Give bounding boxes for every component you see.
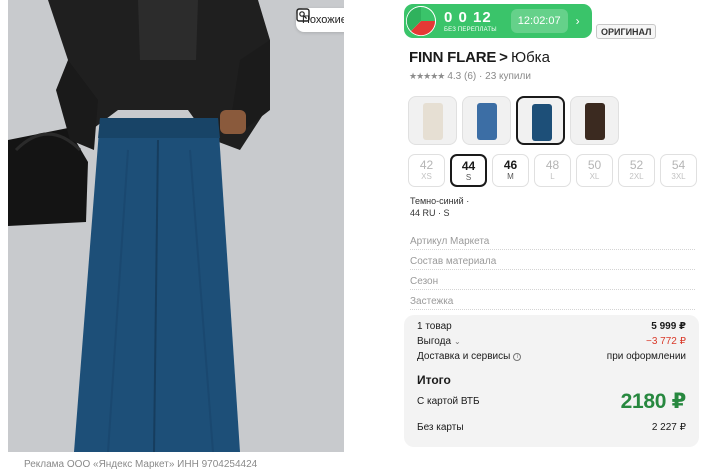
benefit-label: Выгода (417, 336, 452, 347)
brand-chevron-icon: > (499, 49, 508, 66)
delivery-label: Доставка и сервисы (417, 351, 511, 362)
color-swatches (408, 96, 619, 145)
size-letter: 3XL (671, 172, 686, 182)
swatch-beige[interactable] (408, 96, 457, 145)
size-number: 48 (545, 158, 560, 172)
nocard-label: Без карты (417, 422, 464, 433)
similar-icon (296, 8, 310, 22)
swatch-dark-blue[interactable] (516, 96, 565, 145)
spec-row: Артикул Маркета (410, 230, 695, 250)
delivery-row: Доставка и сервисы i при оформлении (417, 349, 686, 364)
swatch-light-blue[interactable] (462, 96, 511, 145)
chevron-right-icon[interactable]: › (576, 14, 580, 28)
original-badge: ОРИГИНАЛ (596, 24, 657, 39)
product-info: 0 0 12 БЕЗ ПЕРЕПЛАТЫ 12:02:07 › ОРИГИНАЛ… (404, 0, 699, 471)
size-number: 46 (503, 158, 518, 172)
size-number: 54 (671, 158, 686, 172)
benefit-row[interactable]: Выгода ⌄ −3 772 ₽ (417, 334, 686, 349)
rating-text: 4.3 (6) · 23 купили (447, 71, 531, 82)
items-row: 1 товар 5 999 ₽ (417, 319, 686, 334)
promo-caption: БЕЗ ПЕРЕПЛАТЫ (444, 26, 497, 33)
items-value: 5 999 ₽ (651, 321, 686, 332)
swatch-image (423, 103, 443, 140)
items-label: 1 товар (417, 321, 452, 332)
chevron-down-icon[interactable]: ⌄ (454, 337, 461, 346)
size-letter: XS (421, 172, 432, 182)
promo-counter-value: 0 0 12 (444, 8, 492, 26)
brand-link[interactable]: FINN FLARE (409, 49, 496, 66)
size-letter: S (465, 173, 472, 183)
size-number: 52 (629, 158, 644, 172)
rating-row[interactable]: ★★★★★ 4.3 (6) · 23 купили (409, 71, 531, 82)
delivery-value: при оформлении (606, 351, 686, 362)
nocard-row: Без карты 2 227 ₽ (417, 420, 686, 435)
specs-list: Артикул Маркета Состав материала Сезон Заст… (410, 230, 695, 310)
spec-row: Застежка (410, 290, 695, 310)
size-selector: 42 XS 44 S 46 M 48 L 50 XL 52 2XL 54 3XL (408, 154, 697, 187)
product-name: Юбка (510, 49, 550, 66)
vtb-label: С картой ВТБ (417, 396, 480, 407)
size-letter: M (507, 172, 514, 182)
size-option-42[interactable]: 42 XS (408, 154, 445, 187)
swatch-image (532, 104, 552, 141)
product-photo-image (8, 0, 344, 452)
product-title: FINN FLARE > Юбка (409, 49, 550, 66)
selected-color: Темно-синий · (410, 196, 470, 206)
cart-summary: 1 товар 5 999 ₽ Выгода ⌄ −3 772 ₽ Доставк… (404, 315, 699, 447)
size-letter: XL (589, 172, 600, 182)
size-option-44[interactable]: 44 S (450, 154, 487, 187)
similar-button[interactable]: Похожие (296, 8, 344, 32)
size-option-54[interactable]: 54 3XL (660, 154, 697, 187)
size-letter: 2XL (629, 172, 644, 182)
size-option-48[interactable]: 48 L (534, 154, 571, 187)
vtb-price-row: С картой ВТБ 2180 ₽ (417, 389, 686, 414)
rating-stars-icon: ★★★★★ (409, 71, 445, 81)
promo-counter: 0 0 12 БЕЗ ПЕРЕПЛАТЫ (444, 10, 497, 33)
swatch-image (477, 103, 497, 140)
selected-size: 44 RU · S (410, 207, 450, 218)
size-option-46[interactable]: 46 M (492, 154, 529, 187)
size-option-50[interactable]: 50 XL (576, 154, 613, 187)
ad-caption: Реклама ООО «Яндекс Маркет» ИНН 97042544… (24, 459, 258, 470)
size-number: 44 (461, 159, 476, 173)
vtb-price: 2180 ₽ (620, 390, 687, 413)
size-number: 50 (587, 158, 602, 172)
size-number: 42 (419, 158, 434, 172)
swatch-image (585, 103, 605, 140)
product-photo[interactable]: Похожие (8, 0, 344, 452)
total-title: Итого (417, 373, 451, 387)
promo-timer: 12:02:07 (510, 9, 568, 33)
spec-row: Сезон (410, 270, 695, 290)
info-icon[interactable]: i (513, 353, 522, 361)
promo-banner[interactable]: 0 0 12 БЕЗ ПЕРЕПЛАТЫ 12:02:07 › (404, 4, 592, 38)
size-option-52[interactable]: 52 2XL (618, 154, 655, 187)
size-letter: L (550, 172, 555, 182)
selection-info: Темно-синий · 44 RU · S (410, 196, 469, 219)
promo-badge-icon (406, 6, 436, 36)
swatch-brown[interactable] (570, 96, 619, 145)
benefit-value: −3 772 ₽ (645, 336, 686, 347)
spec-row: Состав материала (410, 250, 695, 270)
nocard-value: 2 227 ₽ (651, 422, 686, 433)
